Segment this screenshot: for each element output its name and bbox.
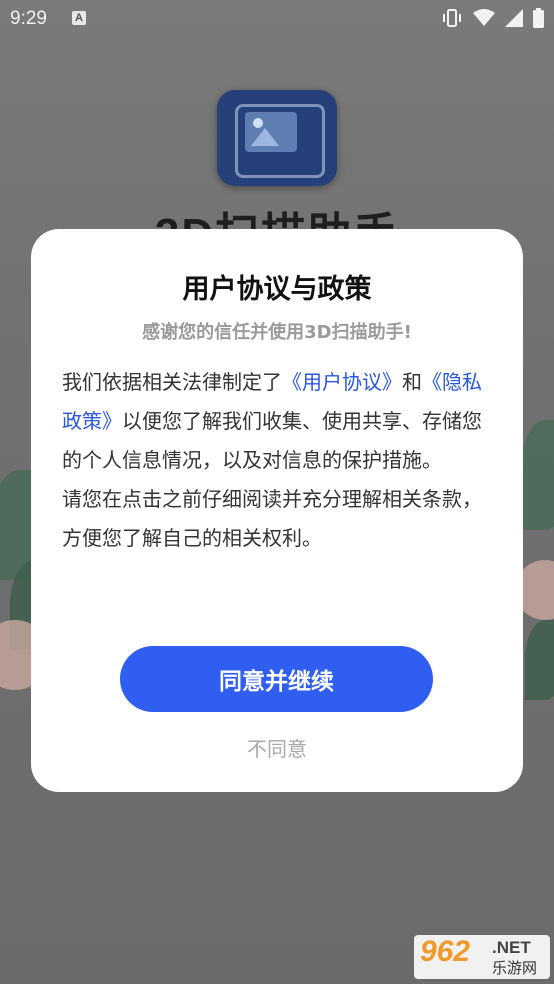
user-agreement-link[interactable]: 《用户协议》 bbox=[282, 370, 402, 394]
disagree-button[interactable]: 不同意 bbox=[177, 727, 377, 767]
watermark-sub: 乐游网 bbox=[492, 959, 538, 977]
agreement-dialog: 用户协议与政策 感谢您的信任并使用3D扫描助手! 我们依据相关法律制定了《用户协… bbox=[31, 229, 523, 792]
decorative-leaf bbox=[525, 620, 554, 700]
dialog-body: 我们依据相关法律制定了《用户协议》和《隐私政策》以便您了解我们收集、使用共享、存… bbox=[62, 363, 494, 558]
battery-icon bbox=[533, 8, 544, 28]
dialog-title: 用户协议与政策 bbox=[182, 274, 372, 305]
dialog-subtitle: 感谢您的信任并使用3D扫描助手! bbox=[142, 322, 412, 343]
decorative-leaf bbox=[520, 420, 554, 530]
app-logo-icon bbox=[217, 90, 337, 186]
wifi-icon bbox=[473, 9, 495, 26]
body-text: 请您在点击之前仔细阅读并充分理解相关条款，方便您了解自己的相关权利。 bbox=[62, 487, 482, 550]
vibrate-icon bbox=[443, 9, 461, 27]
site-watermark-logo: 962 .NET 乐游网 bbox=[414, 935, 550, 979]
status-time: 9:29 bbox=[10, 8, 47, 29]
status-bar: 9:29 A bbox=[0, 0, 554, 36]
signal-icon bbox=[505, 9, 523, 27]
body-text: 和 bbox=[402, 370, 422, 394]
agree-continue-button[interactable]: 同意并继续 bbox=[120, 646, 433, 712]
watermark-main: 962 bbox=[420, 935, 471, 968]
body-text: 我们依据相关法律制定了 bbox=[62, 370, 282, 394]
body-text: 以便您了解我们收集、使用共享、存储您的个人信息情况，以及对信息的保护措施。 bbox=[62, 409, 482, 472]
notification-icon: A bbox=[72, 11, 86, 25]
watermark-net: .NET bbox=[492, 938, 531, 957]
